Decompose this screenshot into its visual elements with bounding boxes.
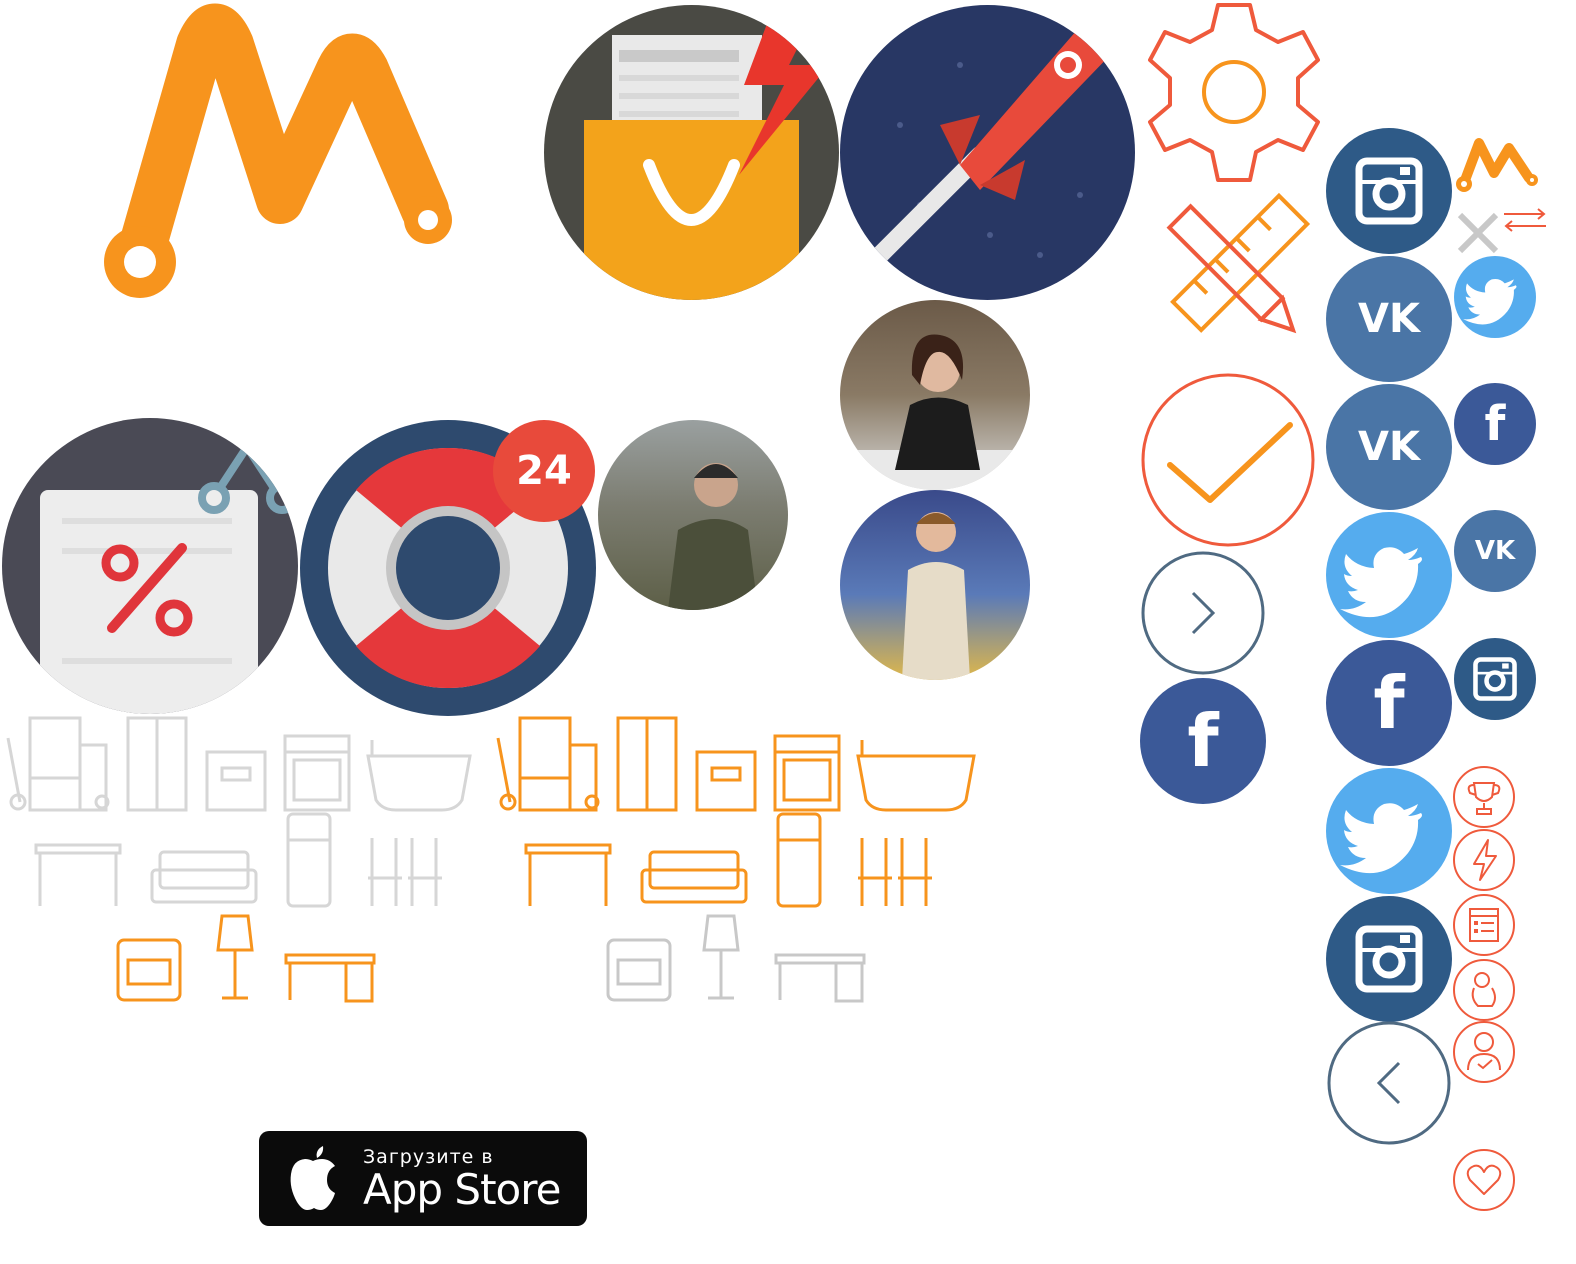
box-icon bbox=[205, 750, 267, 812]
m-logo-icon bbox=[1456, 138, 1538, 192]
furniture-row-3-orange bbox=[110, 910, 380, 1005]
check-circle-icon bbox=[1140, 370, 1320, 550]
shop-circle bbox=[544, 5, 839, 300]
rocket-icon bbox=[871, 5, 1130, 264]
furniture-row-3-gray bbox=[600, 910, 870, 1005]
avatar-man-1 bbox=[598, 420, 788, 610]
chairs-icon bbox=[368, 838, 442, 906]
instagram-button-2[interactable] bbox=[1326, 896, 1452, 1022]
instagram-button-small[interactable] bbox=[1454, 638, 1536, 720]
apple-icon bbox=[290, 1145, 335, 1210]
prev-arrow-button[interactable] bbox=[1326, 1020, 1452, 1146]
desk-icon bbox=[284, 953, 376, 1003]
heart-icon[interactable] bbox=[1452, 1148, 1516, 1212]
box-icon bbox=[695, 750, 757, 812]
moving-trolley-icon bbox=[6, 716, 110, 812]
armchair-icon bbox=[606, 938, 672, 1002]
brand-logo bbox=[90, 0, 460, 320]
facebook-button[interactable]: f bbox=[1140, 678, 1266, 804]
shopping-bag-icon bbox=[584, 5, 829, 300]
fridge-icon bbox=[776, 812, 822, 908]
twitter-icon bbox=[1463, 278, 1517, 325]
chairs-icon bbox=[858, 838, 932, 906]
chevron-right-icon bbox=[1141, 551, 1265, 675]
bathtub-icon bbox=[856, 740, 976, 812]
vk-button-2[interactable]: VK bbox=[1326, 384, 1452, 510]
instagram-icon bbox=[1473, 657, 1517, 701]
table-icon bbox=[34, 843, 122, 906]
twitter-button-small[interactable] bbox=[1454, 256, 1536, 338]
vk-button-small[interactable]: VK bbox=[1454, 510, 1536, 592]
lightning-icon bbox=[1452, 828, 1516, 892]
vk-button-1[interactable]: VK bbox=[1326, 256, 1452, 382]
rocket-circle bbox=[840, 5, 1135, 300]
discount-coupon-icon bbox=[40, 421, 298, 714]
badge-number: 24 bbox=[516, 448, 572, 494]
vk-icon: VK bbox=[1358, 296, 1420, 342]
close-icon[interactable] bbox=[1455, 210, 1501, 256]
next-arrow-button[interactable] bbox=[1140, 550, 1266, 676]
armchair-icon bbox=[116, 938, 182, 1002]
facebook-icon: f bbox=[1484, 396, 1506, 452]
instagram-button-1[interactable] bbox=[1326, 128, 1452, 254]
moving-trolley-icon bbox=[496, 716, 600, 812]
sofa-icon bbox=[640, 850, 748, 904]
table-icon bbox=[524, 843, 612, 906]
wardrobe-icon bbox=[616, 716, 678, 812]
m-logo-icon bbox=[104, 4, 452, 298]
floor-lamp-icon bbox=[702, 914, 740, 1000]
bathtub-icon bbox=[366, 740, 472, 812]
wardrobe-icon bbox=[126, 716, 188, 812]
twitter-button-1[interactable] bbox=[1326, 512, 1452, 638]
instagram-icon bbox=[1355, 925, 1423, 993]
instagram-icon bbox=[1355, 157, 1423, 225]
twitter-button-2[interactable] bbox=[1326, 768, 1452, 894]
vk-icon: VK bbox=[1358, 424, 1420, 470]
facebook-icon: f bbox=[1187, 699, 1219, 783]
support-24-badge: 24 bbox=[493, 420, 595, 522]
small-logo bbox=[1454, 128, 1550, 198]
avatar-man-2 bbox=[840, 490, 1030, 680]
sofa-icon bbox=[150, 850, 258, 904]
facebook-button-2[interactable]: f bbox=[1326, 640, 1452, 766]
oven-icon bbox=[773, 734, 841, 812]
gear-icon bbox=[1138, 0, 1330, 186]
furniture-icons-gray bbox=[0, 710, 490, 910]
chevron-left-icon bbox=[1327, 1021, 1451, 1145]
twitter-icon bbox=[1340, 547, 1422, 618]
floor-lamp-icon bbox=[216, 914, 254, 1000]
facebook-icon: f bbox=[1373, 661, 1405, 745]
facebook-button-small[interactable]: f bbox=[1454, 383, 1536, 465]
vk-icon: VK bbox=[1474, 536, 1516, 566]
oven-icon bbox=[283, 734, 351, 812]
fridge-icon bbox=[286, 812, 332, 908]
pencil-ruler-icon bbox=[1138, 180, 1328, 360]
user-check-icon bbox=[1452, 1020, 1516, 1084]
discount-circle bbox=[2, 418, 298, 714]
furniture-icons-orange bbox=[490, 710, 980, 910]
trophy-icon bbox=[1452, 765, 1516, 829]
desk-icon bbox=[774, 953, 866, 1003]
twitter-icon bbox=[1340, 803, 1422, 874]
avatar-woman bbox=[840, 300, 1030, 490]
app-store-badge[interactable]: Загрузите в App Store bbox=[259, 1131, 587, 1226]
appstore-big-text: App Store bbox=[363, 1164, 561, 1214]
form-icon bbox=[1452, 893, 1516, 957]
swap-arrows-icon bbox=[1500, 205, 1550, 235]
hand-ok-icon bbox=[1452, 958, 1516, 1022]
